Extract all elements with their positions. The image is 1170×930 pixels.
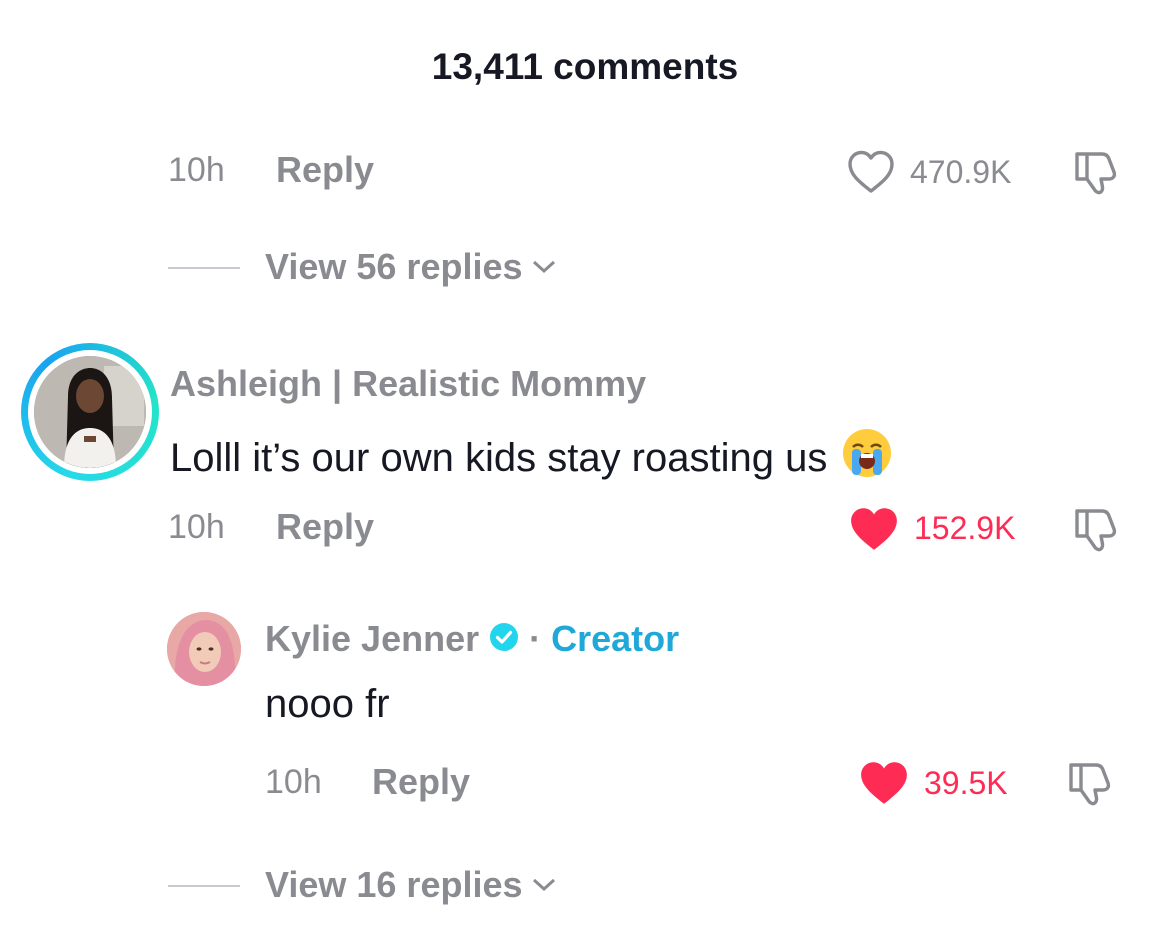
separator-dot: · bbox=[529, 618, 542, 659]
crying-emoji-icon bbox=[841, 427, 893, 489]
replies-divider bbox=[168, 885, 240, 887]
view-replies-label: View 56 replies bbox=[265, 246, 523, 287]
verified-icon bbox=[489, 622, 519, 657]
reply-header: Kylie Jenner · Creator bbox=[265, 618, 679, 660]
heart-outline-icon[interactable] bbox=[846, 149, 896, 195]
comment-text-body: Lolll it’s our own kids stay roasting us bbox=[170, 435, 828, 480]
reply-button[interactable]: Reply bbox=[276, 149, 374, 191]
heart-filled-icon[interactable] bbox=[858, 759, 910, 807]
reply-button[interactable]: Reply bbox=[276, 506, 374, 548]
comment-text: Lolll it’s our own kids stay roasting us bbox=[170, 427, 893, 489]
like-count: 470.9K bbox=[910, 154, 1012, 190]
replies-divider bbox=[168, 267, 240, 269]
avatar[interactable] bbox=[21, 343, 159, 481]
creator-badge: Creator bbox=[551, 618, 680, 659]
chevron-down-icon bbox=[532, 260, 555, 274]
view-replies-label: View 16 replies bbox=[265, 864, 523, 905]
view-replies-button[interactable]: View 16 replies bbox=[265, 864, 557, 906]
like-count: 152.9K bbox=[914, 510, 1016, 546]
avatar[interactable] bbox=[167, 612, 241, 686]
comment-time: 10h bbox=[168, 151, 225, 189]
dislike-icon[interactable] bbox=[1066, 759, 1116, 807]
dislike-icon[interactable] bbox=[1072, 148, 1122, 196]
dislike-icon[interactable] bbox=[1072, 505, 1122, 553]
view-replies-button[interactable]: View 56 replies bbox=[265, 246, 557, 288]
reply-button[interactable]: Reply bbox=[372, 761, 470, 803]
reply-time: 10h bbox=[265, 763, 322, 801]
chevron-down-icon bbox=[532, 878, 555, 892]
comment-username[interactable]: Ashleigh | Realistic Mommy bbox=[170, 363, 646, 405]
comments-count-title: 13,411 comments bbox=[431, 46, 739, 87]
avatar-photo bbox=[34, 356, 146, 468]
heart-filled-icon[interactable] bbox=[848, 505, 900, 553]
reply-text: nooo fr bbox=[265, 682, 390, 726]
like-count: 39.5K bbox=[924, 765, 1008, 801]
comment-time: 10h bbox=[168, 508, 225, 546]
reply-username[interactable]: Kylie Jenner bbox=[265, 618, 479, 660]
